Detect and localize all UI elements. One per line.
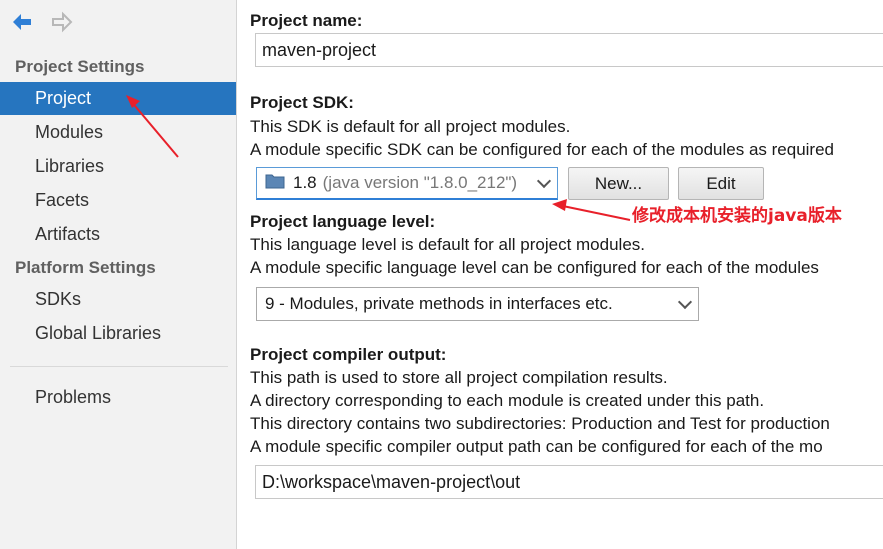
back-arrow-icon[interactable] [10,10,34,34]
compiler-output-desc-2: A directory corresponding to each module… [250,391,765,410]
chevron-down-icon [536,173,552,189]
main-panel: Project name: maven-project Project SDK:… [238,0,883,549]
compiler-output-value: D:\workspace\maven-project\out [262,471,521,492]
nav-arrows [10,10,74,34]
project-sdk-label: Project SDK: [250,93,354,112]
sidebar-item-artifacts[interactable]: Artifacts [0,218,236,251]
sidebar-item-sdks[interactable]: SDKs [0,283,236,316]
chevron-down-icon [677,294,693,310]
compiler-output-desc-3: This directory contains two subdirectori… [250,414,830,433]
sidebar-divider [10,366,228,367]
compiler-output-label: Project compiler output: [250,345,447,364]
sidebar-item-facets[interactable]: Facets [0,184,236,217]
compiler-output-desc-1: This path is used to store all project c… [250,368,668,387]
language-level-desc-2: A module specific language level can be … [250,258,819,277]
sidebar-item-libraries[interactable]: Libraries [0,150,236,183]
sidebar-item-problems[interactable]: Problems [0,381,236,414]
project-sdk-desc-1: This SDK is default for all project modu… [250,117,571,136]
sidebar-item-project[interactable]: Project [0,82,236,115]
forward-arrow-icon[interactable] [50,10,74,34]
new-sdk-button[interactable]: New... [568,167,669,200]
edit-sdk-button[interactable]: Edit [678,167,764,200]
language-level-desc-1: This language level is default for all p… [250,235,645,254]
project-name-value: maven-project [262,39,377,60]
sidebar-item-global-libraries[interactable]: Global Libraries [0,317,236,350]
language-level-label: Project language level: [250,212,436,231]
project-name-input[interactable]: maven-project [255,33,883,67]
language-level-select[interactable]: 9 - Modules, private methods in interfac… [256,287,699,321]
language-level-value: 9 - Modules, private methods in interfac… [265,294,613,313]
sdk-select[interactable]: 1.8 (java version "1.8.0_212") [256,167,558,200]
project-settings-header: Project Settings [15,57,145,76]
annotation-note: 修改成本机安装的java版本 [632,206,842,226]
project-sdk-desc-2: A module specific SDK can be configured … [250,140,835,159]
sidebar: Project Settings Project Modules Librari… [0,0,237,549]
platform-settings-header: Platform Settings [15,258,156,277]
sdk-version: 1.8 [293,173,317,192]
compiler-output-desc-4: A module specific compiler output path c… [250,437,823,456]
sidebar-item-modules[interactable]: Modules [0,116,236,149]
sdk-detail: (java version "1.8.0_212") [322,173,518,192]
folder-icon [265,173,285,194]
project-name-label: Project name: [250,11,363,30]
compiler-output-input[interactable]: D:\workspace\maven-project\out [255,465,883,499]
